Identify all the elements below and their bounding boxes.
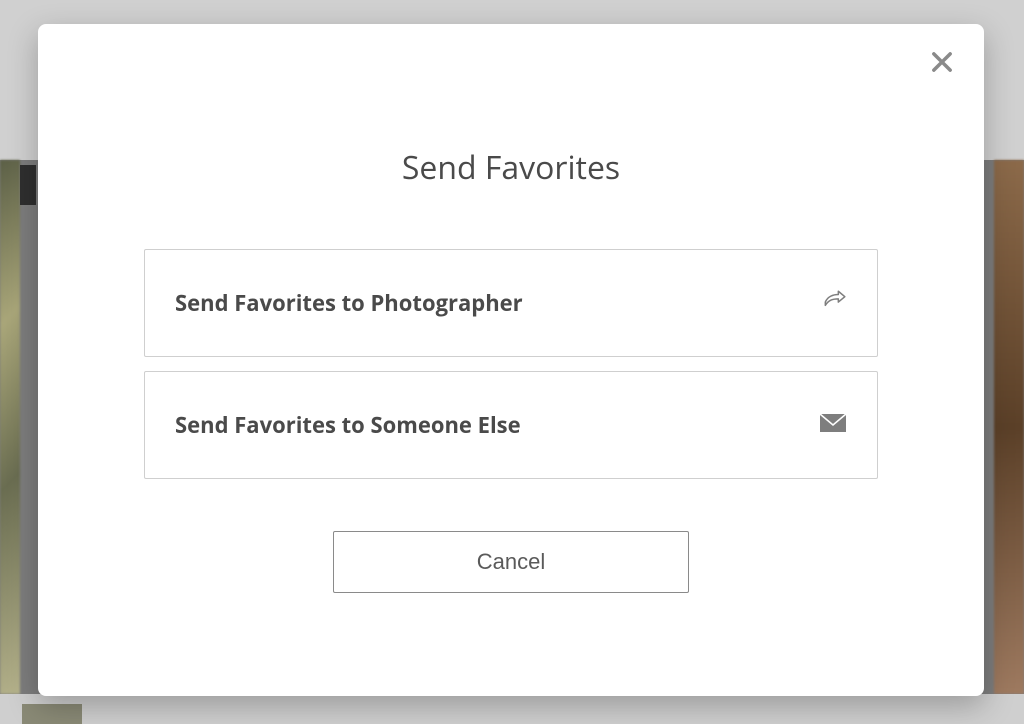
- cancel-button[interactable]: Cancel: [333, 531, 689, 593]
- options-list: Send Favorites to Photographer Send Favo…: [144, 249, 878, 479]
- cancel-area: Cancel: [70, 531, 952, 593]
- option-send-to-someone-else[interactable]: Send Favorites to Someone Else: [144, 371, 878, 479]
- mail-icon: [819, 412, 847, 439]
- backdrop-left-image: [0, 160, 20, 694]
- backdrop-strip: [20, 165, 36, 205]
- close-button[interactable]: [928, 48, 956, 81]
- share-icon: [821, 288, 847, 319]
- option-label: Send Favorites to Someone Else: [175, 410, 521, 440]
- close-icon: [928, 48, 956, 76]
- backdrop-right-image: [994, 160, 1024, 694]
- backdrop-thumbnail: [22, 704, 82, 724]
- send-favorites-dialog: Send Favorites Send Favorites to Photogr…: [38, 24, 984, 696]
- backdrop-bottom: [0, 694, 1024, 724]
- dialog-title: Send Favorites: [70, 146, 952, 189]
- option-label: Send Favorites to Photographer: [175, 288, 523, 318]
- option-send-to-photographer[interactable]: Send Favorites to Photographer: [144, 249, 878, 357]
